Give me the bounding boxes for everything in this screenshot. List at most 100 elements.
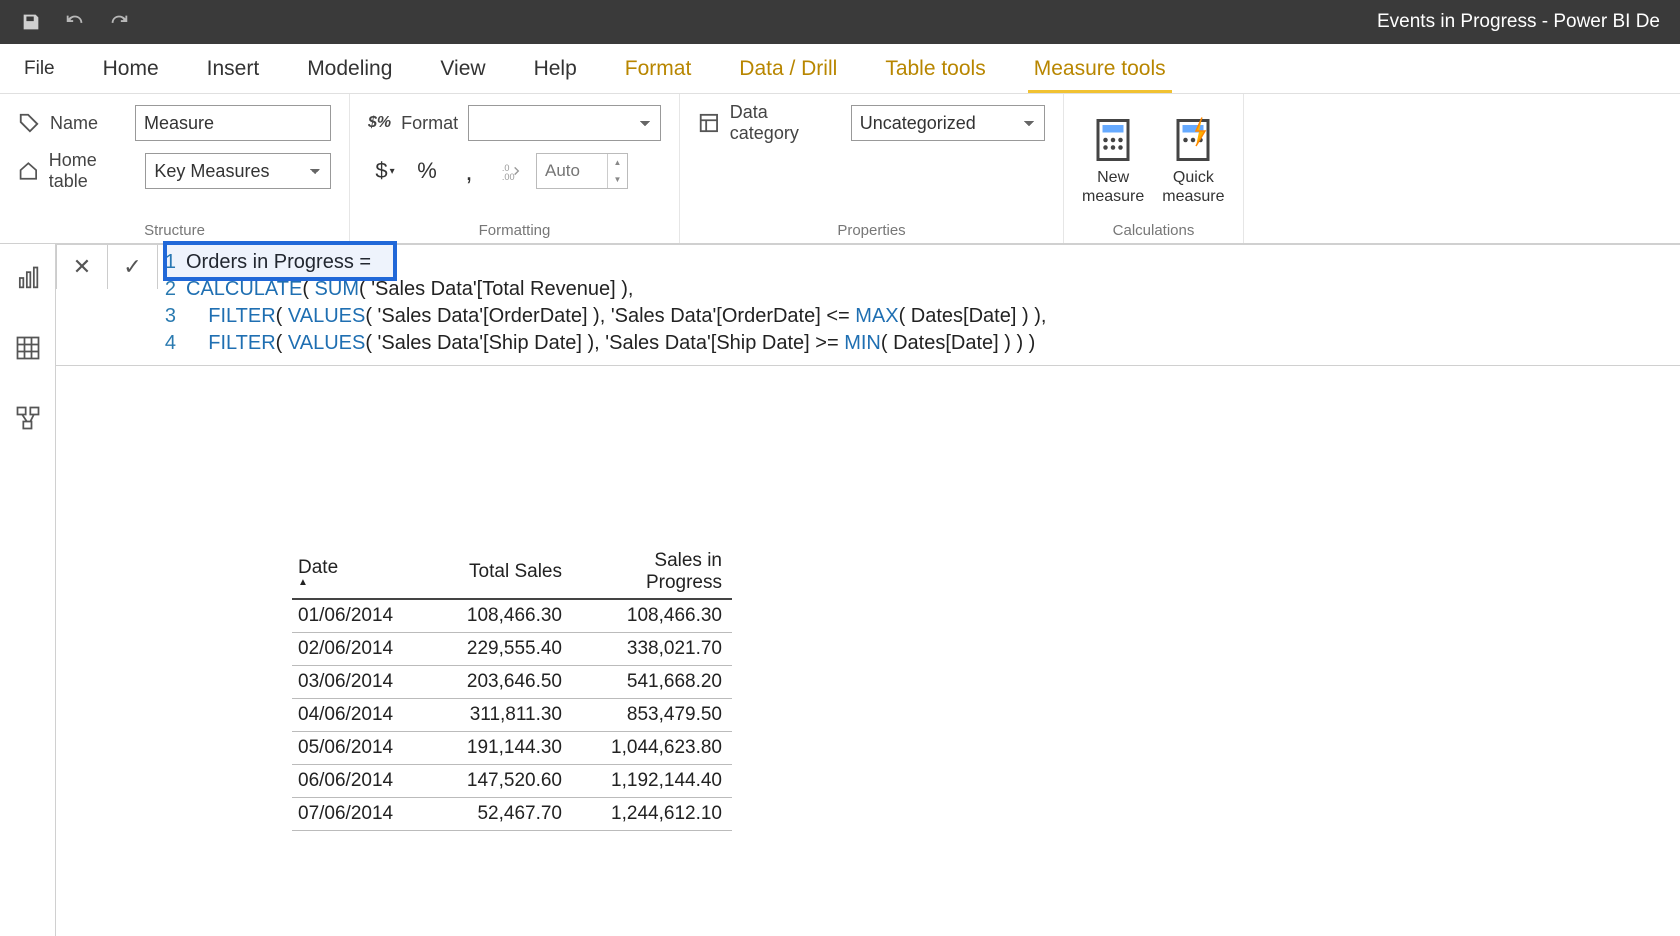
- tab-insert[interactable]: Insert: [183, 44, 284, 93]
- tab-data-drill[interactable]: Data / Drill: [715, 44, 861, 93]
- table-cell: 01/06/2014: [292, 599, 412, 633]
- table-cell: 191,144.30: [412, 732, 572, 765]
- table-cell: 07/06/2014: [292, 798, 412, 831]
- tab-help[interactable]: Help: [510, 44, 601, 93]
- table-cell: 52,467.70: [412, 798, 572, 831]
- decimals-input[interactable]: [537, 154, 607, 188]
- calculator-icon: [1089, 116, 1137, 164]
- code-line[interactable]: FILTER( VALUES( 'Sales Data'[OrderDate] …: [186, 303, 1046, 330]
- data-category-label: Data category: [730, 102, 841, 144]
- ribbon-group-properties: Data category Uncategorized Properties: [680, 94, 1064, 243]
- report-view-button[interactable]: [10, 260, 46, 296]
- home-table-label: Home table: [49, 150, 136, 192]
- table-row[interactable]: 05/06/2014191,144.301,044,623.80: [292, 732, 732, 765]
- column-header[interactable]: Total Sales: [412, 544, 572, 599]
- cancel-formula-button[interactable]: ✕: [57, 245, 107, 289]
- format-label: Format: [401, 113, 458, 134]
- tab-file[interactable]: File: [0, 44, 79, 93]
- line-number: 4: [158, 330, 186, 357]
- table-cell: 229,555.40: [412, 633, 572, 666]
- calculator-quick-icon: [1169, 116, 1217, 164]
- line-number: 3: [158, 303, 186, 330]
- tab-table-tools[interactable]: Table tools: [861, 44, 1009, 93]
- column-header[interactable]: Sales in Progress: [572, 544, 732, 599]
- table-cell: 311,811.30: [412, 699, 572, 732]
- home-table-select[interactable]: Key Measures: [145, 153, 331, 189]
- ribbon-group-structure: Name Home table Key Measures Structure: [0, 94, 350, 243]
- ribbon-tabs: File HomeInsertModelingViewHelpFormatDat…: [0, 44, 1680, 94]
- commit-formula-button[interactable]: ✓: [107, 245, 157, 289]
- report-canvas: ✕ ✓ 1Orders in Progress =2CALCULATE( SUM…: [56, 244, 1680, 936]
- decimal-decrease-button[interactable]: .0.00: [494, 154, 528, 188]
- table-cell: 108,466.30: [412, 599, 572, 633]
- redo-icon[interactable]: [108, 11, 130, 33]
- table-cell: 1,192,144.40: [572, 765, 732, 798]
- table-cell: 02/06/2014: [292, 633, 412, 666]
- code-line[interactable]: FILTER( VALUES( 'Sales Data'[Ship Date] …: [186, 330, 1035, 357]
- formula-bar: ✕ ✓ 1Orders in Progress =2CALCULATE( SUM…: [56, 244, 1680, 366]
- ribbon-body: Name Home table Key Measures Structure $…: [0, 94, 1680, 244]
- tab-format[interactable]: Format: [601, 44, 716, 93]
- code-line[interactable]: CALCULATE( SUM( 'Sales Data'[Total Reven…: [186, 276, 633, 303]
- column-header[interactable]: Date▲: [292, 544, 412, 599]
- table-cell: 203,646.50: [412, 666, 572, 699]
- table-row[interactable]: 02/06/2014229,555.40338,021.70: [292, 633, 732, 666]
- line-number: 2: [158, 276, 186, 303]
- percent-button[interactable]: %: [410, 154, 444, 188]
- table-cell: 147,520.60: [412, 765, 572, 798]
- table-cell: 1,244,612.10: [572, 798, 732, 831]
- svg-text:.00: .00: [502, 172, 515, 182]
- titlebar: Events in Progress - Power BI De: [0, 0, 1680, 44]
- group-label-structure: Structure: [18, 218, 331, 239]
- format-icon: $%: [368, 114, 391, 132]
- tab-view[interactable]: View: [416, 44, 509, 93]
- quick-measure-label: Quick measure: [1162, 168, 1224, 206]
- home-icon: [18, 160, 39, 182]
- window-title: Events in Progress - Power BI De: [1377, 11, 1660, 33]
- table-row[interactable]: 01/06/2014108,466.30108,466.30: [292, 599, 732, 633]
- thousands-button[interactable]: ,: [452, 154, 486, 188]
- table-cell: 108,466.30: [572, 599, 732, 633]
- table-row[interactable]: 06/06/2014147,520.601,192,144.40: [292, 765, 732, 798]
- tab-modeling[interactable]: Modeling: [283, 44, 416, 93]
- quick-measure-button[interactable]: Quick measure: [1162, 116, 1224, 206]
- undo-icon[interactable]: [64, 11, 86, 33]
- result-table-visual[interactable]: Date▲Total SalesSales in Progress 01/06/…: [292, 544, 732, 831]
- table-row[interactable]: 07/06/201452,467.701,244,612.10: [292, 798, 732, 831]
- table-row[interactable]: 04/06/2014311,811.30853,479.50: [292, 699, 732, 732]
- spin-down-icon[interactable]: ▼: [608, 171, 627, 188]
- sort-asc-icon: ▲: [298, 577, 402, 588]
- table-cell: 03/06/2014: [292, 666, 412, 699]
- table-cell: 338,021.70: [572, 633, 732, 666]
- group-label-properties: Properties: [698, 218, 1045, 239]
- decimals-spin[interactable]: ▲▼: [536, 153, 628, 189]
- save-icon[interactable]: [20, 11, 42, 33]
- ribbon-group-formatting: $% Format $▾ % , .0.00 ▲▼ Formatting: [350, 94, 680, 243]
- group-label-calculations: Calculations: [1082, 218, 1225, 239]
- tab-measure-tools[interactable]: Measure tools: [1010, 44, 1190, 93]
- group-label-formatting: Formatting: [368, 218, 661, 239]
- table-cell: 1,044,623.80: [572, 732, 732, 765]
- data-view-button[interactable]: [10, 330, 46, 366]
- table-cell: 853,479.50: [572, 699, 732, 732]
- name-label: Name: [50, 113, 98, 134]
- view-rail: [0, 244, 56, 936]
- new-measure-label: New measure: [1082, 168, 1144, 206]
- tab-home[interactable]: Home: [79, 44, 183, 93]
- line-number: 1: [158, 249, 186, 276]
- ribbon-group-calculations: New measure Quick measure Calculations: [1064, 94, 1244, 243]
- data-category-select[interactable]: Uncategorized: [851, 105, 1045, 141]
- format-select[interactable]: [468, 105, 661, 141]
- table-cell: 05/06/2014: [292, 732, 412, 765]
- new-measure-button[interactable]: New measure: [1082, 116, 1144, 206]
- name-input[interactable]: [135, 105, 331, 141]
- model-view-button[interactable]: [10, 400, 46, 436]
- currency-button[interactable]: $▾: [368, 154, 402, 188]
- formula-editor[interactable]: 1Orders in Progress =2CALCULATE( SUM( 'S…: [158, 245, 1680, 365]
- code-line[interactable]: Orders in Progress =: [186, 249, 371, 276]
- data-category-icon: [698, 112, 720, 134]
- tag-icon: [18, 112, 40, 134]
- spin-up-icon[interactable]: ▲: [608, 154, 627, 171]
- table-row[interactable]: 03/06/2014203,646.50541,668.20: [292, 666, 732, 699]
- table-cell: 541,668.20: [572, 666, 732, 699]
